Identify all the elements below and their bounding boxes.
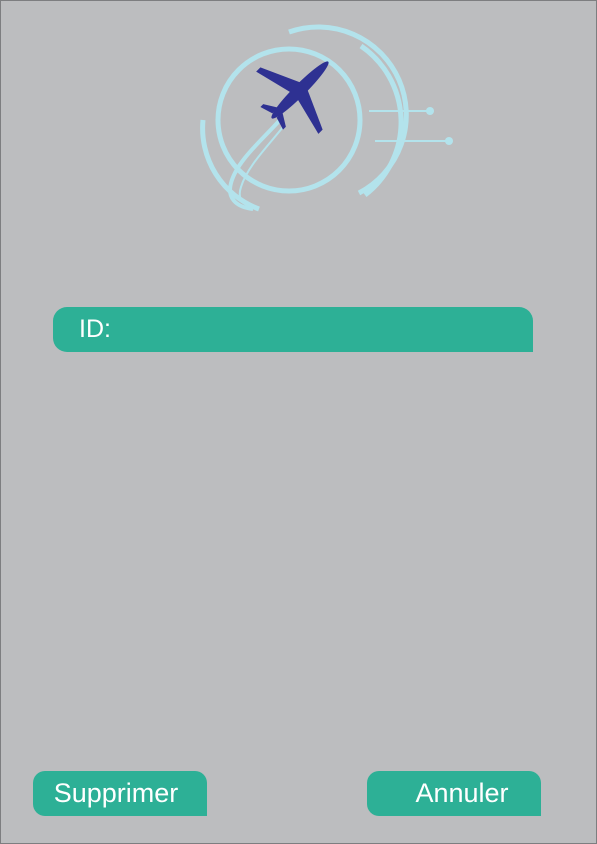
delete-button[interactable]: Supprimer xyxy=(33,771,207,816)
airplane-logo-icon xyxy=(200,24,453,212)
cancel-button[interactable]: Annuler xyxy=(367,771,541,816)
form-panel: ID: Supprimer Annuler xyxy=(0,0,597,844)
id-field[interactable]: ID: xyxy=(53,307,533,352)
id-label: ID: xyxy=(79,315,111,343)
